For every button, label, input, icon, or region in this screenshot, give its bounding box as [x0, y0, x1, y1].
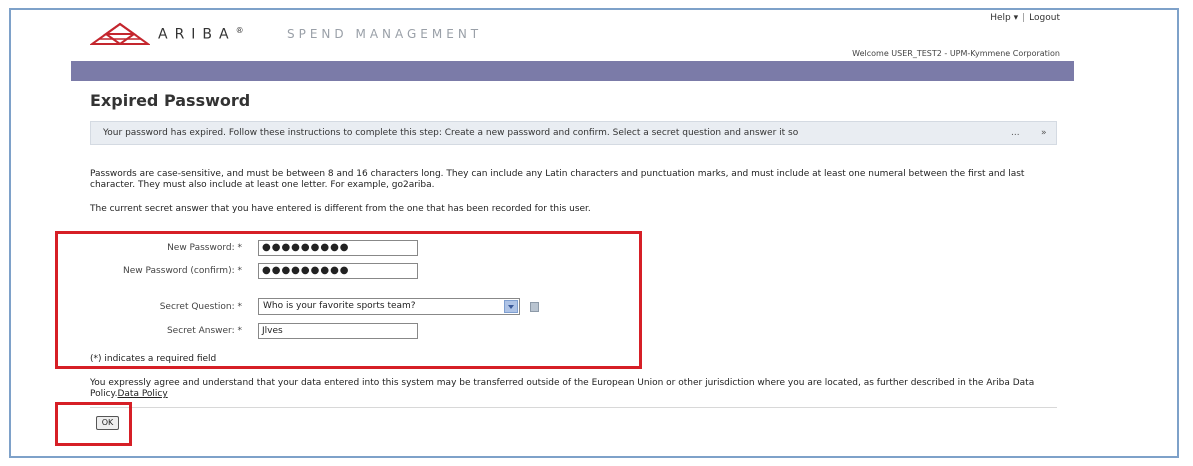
link-separator: | — [1022, 13, 1026, 23]
data-policy-link[interactable]: Data Policy — [117, 389, 167, 399]
ok-button[interactable]: OK — [96, 416, 119, 430]
secret-answer-label: Secret Answer: * — [166, 326, 242, 336]
welcome-text: Welcome USER_TEST2 - UPM-Kymmene Corpora… — [852, 49, 1060, 58]
secret-question-value: Who is your favorite sports team? — [263, 301, 416, 311]
data-policy-text: You expressly agree and understand that … — [90, 378, 1035, 399]
confirm-password-field[interactable]: ●●●●●●●●● — [258, 263, 418, 279]
new-password-label: New Password: * — [167, 243, 242, 253]
info-message-box: Your password has expired. Follow these … — [90, 121, 1057, 145]
info-message: Your password has expired. Follow these … — [103, 128, 799, 138]
secret-answer-field[interactable]: Jlves — [258, 323, 418, 339]
product-name: SPEND MANAGEMENT — [287, 27, 483, 41]
divider — [90, 407, 1057, 408]
ariba-logo-icon — [90, 22, 150, 46]
more-button[interactable]: ... — [1011, 122, 1020, 144]
logout-link[interactable]: Logout — [1029, 13, 1060, 23]
password-rules: Passwords are case-sensitive, and must b… — [90, 169, 1025, 190]
expand-icon[interactable]: » — [1041, 122, 1047, 144]
nav-bar — [71, 61, 1074, 81]
confirm-password-label: New Password (confirm): * — [123, 266, 242, 276]
help-link[interactable]: Help ▾ — [990, 13, 1018, 23]
brand-name: ARIBA® — [158, 26, 244, 43]
page-title: Expired Password — [90, 91, 251, 110]
info-icon[interactable] — [530, 302, 539, 312]
secret-question-label: Secret Question: * — [159, 302, 242, 312]
ok-highlight-box — [55, 402, 132, 446]
chevron-down-icon[interactable] — [504, 300, 518, 313]
secret-answer-notice: The current secret answer that you have … — [90, 204, 591, 214]
secret-question-select[interactable]: Who is your favorite sports team? — [258, 298, 520, 315]
top-links: Help ▾ | Logout — [990, 13, 1060, 23]
required-field-note: (*) indicates a required field — [90, 354, 217, 364]
new-password-field[interactable]: ●●●●●●●●● — [258, 240, 418, 256]
